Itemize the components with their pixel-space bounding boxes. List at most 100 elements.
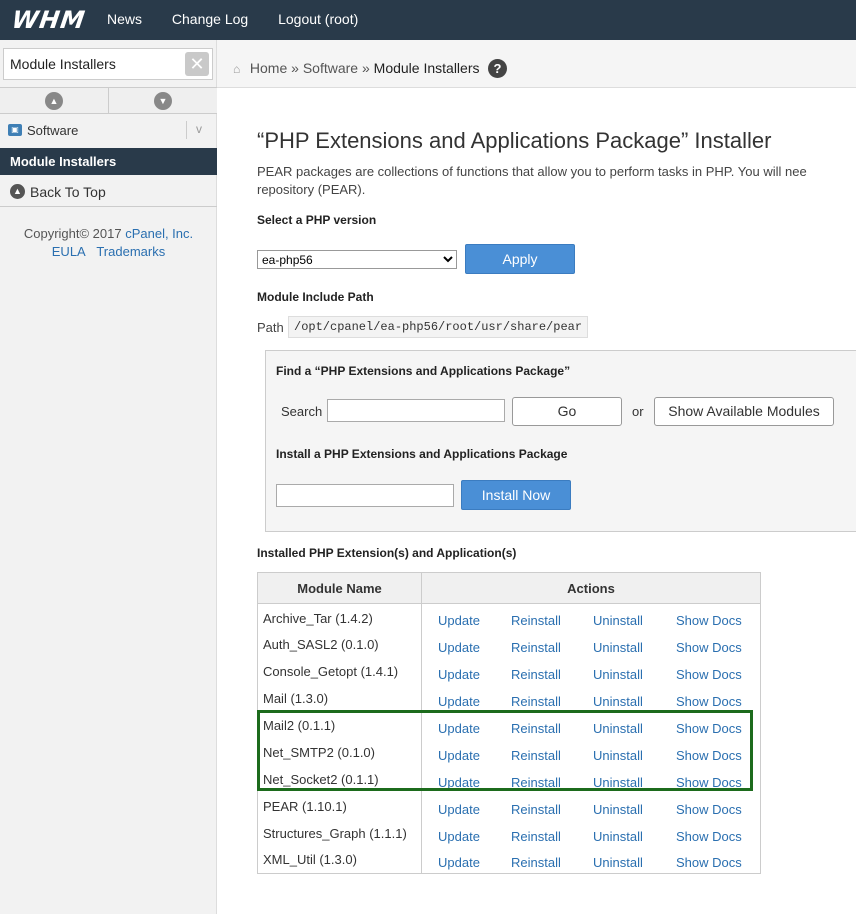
page-title: “PHP Extensions and Applications Package…: [257, 128, 772, 153]
breadcrumb-home[interactable]: Home: [250, 60, 287, 76]
whm-logo[interactable]: WHM: [10, 6, 87, 34]
reinstall-link[interactable]: Reinstall: [511, 855, 593, 870]
select-php-label: Select a PHP version: [257, 213, 377, 227]
home-icon: ⌂: [233, 62, 241, 76]
nav-logout[interactable]: Logout (root): [278, 11, 358, 27]
back-to-top-link[interactable]: ▲ Back To Top: [0, 177, 217, 207]
breadcrumb-current: Module Installers: [373, 60, 480, 76]
php-version-select[interactable]: ea-php56: [257, 250, 457, 269]
breadcrumb: ⌂ Home » Software » Module Installers ?: [217, 40, 856, 88]
install-package-label: Install a PHP Extensions and Application…: [276, 447, 568, 461]
sidebar-item-module-installers[interactable]: Module Installers: [0, 148, 217, 175]
table-row: Structures_Graph (1.1.1) Update Reinstall U…: [257, 819, 761, 847]
path-label: Path: [257, 320, 284, 335]
installed-modules-label: Installed PHP Extension(s) and Applicati…: [257, 546, 517, 560]
sidebar-category-software[interactable]: ▣ Software v: [0, 115, 217, 147]
description-line: PEAR packages are collections of functio…: [257, 164, 807, 179]
sidebar-footer: Copyright© 2017 cPanel, Inc. EULA Tradem…: [0, 225, 217, 261]
chevron-up-icon: ▲: [45, 92, 63, 110]
update-link[interactable]: Update: [438, 802, 511, 817]
module-name: Structures_Graph (1.1.1): [257, 819, 422, 847]
reinstall-link[interactable]: Reinstall: [511, 667, 593, 682]
update-link[interactable]: Update: [438, 613, 511, 628]
table-row: PEAR (1.10.1) Update Reinstall Uninstall Sho…: [257, 792, 761, 820]
uninstall-link[interactable]: Uninstall: [593, 802, 676, 817]
top-bar: WHM News Change Log Logout (root): [0, 0, 856, 40]
show-docs-link[interactable]: Show Docs: [676, 829, 756, 844]
category-label: Software: [27, 123, 79, 138]
eula-link[interactable]: EULA: [52, 244, 86, 259]
module-name: PEAR (1.10.1): [257, 792, 422, 820]
divider: [186, 121, 187, 139]
install-package-input[interactable]: [276, 484, 454, 507]
breadcrumb-separator: »: [361, 60, 370, 76]
sidebar: ✕ ▲ ▼ ▣ Software v Module Installers ▲ B…: [0, 40, 217, 914]
update-link[interactable]: Update: [438, 640, 511, 655]
breadcrumb-separator: »: [291, 60, 299, 76]
breadcrumb-software[interactable]: Software: [303, 60, 358, 76]
table-row: Archive_Tar (1.4.2) Update Reinstall Uninst…: [257, 603, 761, 631]
module-actions: Update Reinstall Uninstall Show Docs: [421, 630, 761, 658]
uninstall-link[interactable]: Uninstall: [593, 829, 676, 844]
show-docs-link[interactable]: Show Docs: [676, 855, 756, 870]
show-docs-link[interactable]: Show Docs: [676, 613, 756, 628]
apply-button[interactable]: Apply: [465, 244, 575, 274]
install-now-button[interactable]: Install Now: [461, 480, 571, 510]
show-docs-link[interactable]: Show Docs: [676, 640, 756, 655]
uninstall-link[interactable]: Uninstall: [593, 613, 676, 628]
uninstall-link[interactable]: Uninstall: [593, 667, 676, 682]
show-docs-link[interactable]: Show Docs: [676, 802, 756, 817]
cpanel-link[interactable]: cPanel, Inc.: [125, 226, 193, 241]
module-actions: Update Reinstall Uninstall Show Docs: [421, 603, 761, 631]
table-row: XML_Util (1.3.0) Update Reinstall Uninstall…: [257, 846, 761, 874]
table-row: Auth_SASL2 (0.1.0) Update Reinstall Uninsta…: [257, 630, 761, 658]
go-button[interactable]: Go: [512, 397, 622, 426]
update-link[interactable]: Update: [438, 667, 511, 682]
show-available-modules-button[interactable]: Show Available Modules: [654, 397, 834, 426]
sidebar-search-input[interactable]: [4, 49, 182, 79]
reinstall-link[interactable]: Reinstall: [511, 613, 593, 628]
module-actions: Update Reinstall Uninstall Show Docs: [421, 819, 761, 847]
main-content: “PHP Extensions and Applications Package…: [257, 88, 856, 914]
nav-news[interactable]: News: [107, 11, 142, 27]
module-actions: Update Reinstall Uninstall Show Docs: [421, 792, 761, 820]
clear-search-icon[interactable]: ✕: [185, 52, 209, 76]
uninstall-link[interactable]: Uninstall: [593, 640, 676, 655]
uninstall-link[interactable]: Uninstall: [593, 855, 676, 870]
show-docs-link[interactable]: Show Docs: [676, 667, 756, 682]
chevron-down-icon: ▼: [154, 92, 172, 110]
reinstall-link[interactable]: Reinstall: [511, 694, 593, 709]
scroll-up-button[interactable]: ▲: [0, 88, 108, 113]
reinstall-link[interactable]: Reinstall: [511, 829, 593, 844]
sidebar-scroll-controls: ▲ ▼: [0, 87, 217, 114]
update-link[interactable]: Update: [438, 855, 511, 870]
uninstall-link[interactable]: Uninstall: [593, 694, 676, 709]
find-package-panel: Find a “PHP Extensions and Applications …: [265, 350, 856, 532]
collapse-toggle-icon[interactable]: v: [196, 122, 202, 136]
include-path-label: Module Include Path: [257, 290, 374, 304]
help-icon[interactable]: ?: [488, 59, 507, 78]
module-name: Archive_Tar (1.4.2): [257, 603, 422, 631]
update-link[interactable]: Update: [438, 829, 511, 844]
trademarks-link[interactable]: Trademarks: [96, 244, 165, 259]
module-actions: Update Reinstall Uninstall Show Docs: [421, 657, 761, 685]
nav-change-log[interactable]: Change Log: [172, 11, 248, 27]
description-line: repository (PEAR).: [257, 182, 366, 197]
reinstall-link[interactable]: Reinstall: [511, 640, 593, 655]
update-link[interactable]: Update: [438, 694, 511, 709]
highlight-box: [257, 710, 753, 791]
module-actions: Update Reinstall Uninstall Show Docs: [421, 846, 761, 874]
show-docs-link[interactable]: Show Docs: [676, 694, 756, 709]
path-value: /opt/cpanel/ea-php56/root/usr/share/pear: [288, 316, 589, 338]
package-search-input[interactable]: [327, 399, 505, 422]
copyright-text: Copyright© 2017: [23, 226, 126, 241]
back-to-top-label: Back To Top: [30, 184, 106, 200]
scroll-down-button[interactable]: ▼: [108, 88, 216, 113]
module-actions: Update Reinstall Uninstall Show Docs: [421, 684, 761, 712]
software-icon: ▣: [8, 124, 22, 136]
module-name: Console_Getopt (1.4.1): [257, 657, 422, 685]
arrow-up-icon: ▲: [10, 184, 25, 199]
module-name: Mail (1.3.0): [257, 684, 422, 712]
search-label: Search: [281, 404, 323, 419]
reinstall-link[interactable]: Reinstall: [511, 802, 593, 817]
